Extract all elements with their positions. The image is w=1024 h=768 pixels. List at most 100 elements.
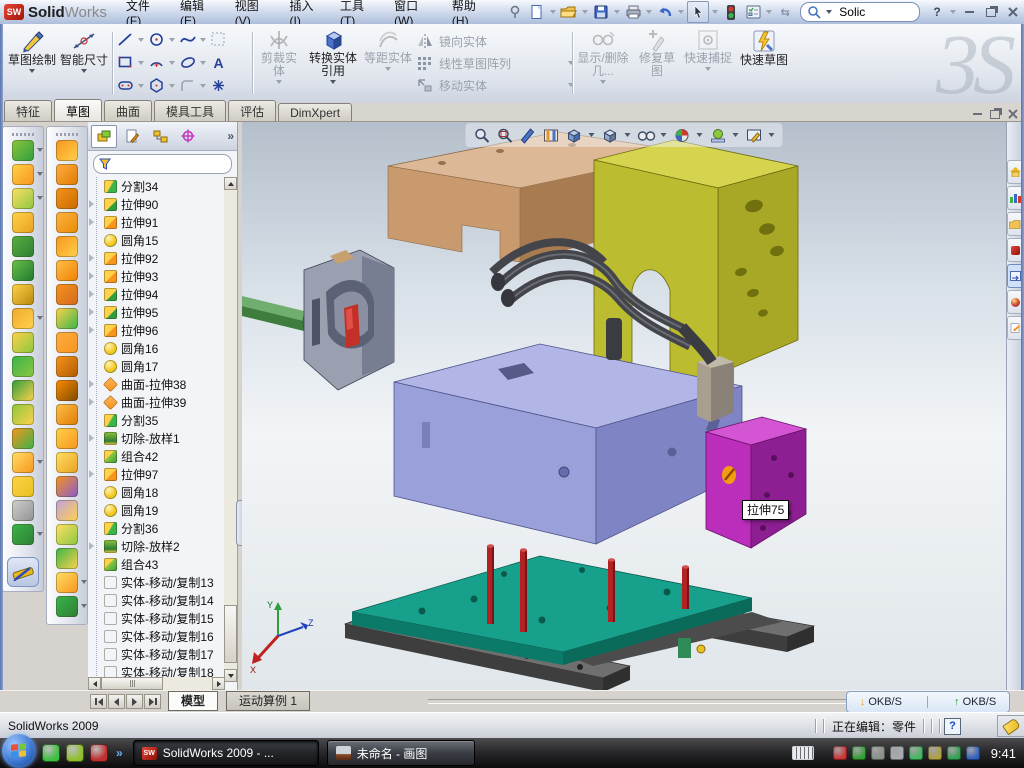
taskbar-button-paint[interactable]: 未命名 - 画图 bbox=[327, 740, 475, 766]
file-explorer-tab[interactable] bbox=[1007, 212, 1022, 236]
scroll-left-button[interactable] bbox=[88, 677, 101, 690]
part-green-block[interactable] bbox=[678, 638, 691, 658]
split-icon[interactable] bbox=[12, 380, 34, 401]
update-gear-icon[interactable] bbox=[871, 746, 885, 760]
display-delete-relations-button[interactable]: 显示/删除几... bbox=[576, 28, 630, 98]
scroll-right-button[interactable] bbox=[212, 677, 225, 690]
slot-tool-icon[interactable] bbox=[116, 76, 135, 95]
solidworks-resources-tab[interactable] bbox=[1007, 238, 1022, 262]
move-entities-button[interactable]: 移动实体 bbox=[416, 74, 576, 96]
shell-icon[interactable] bbox=[12, 356, 34, 377]
section-tool-icon[interactable] bbox=[518, 125, 538, 145]
boundary-surface-icon[interactable] bbox=[56, 236, 78, 257]
model-tab[interactable]: 模型 bbox=[168, 691, 218, 711]
graphics-area[interactable]: Y Z X 拉伸75 bbox=[242, 122, 1006, 690]
reference-geometry-icon[interactable] bbox=[12, 452, 34, 473]
arc-caret[interactable] bbox=[169, 61, 175, 65]
axis-icon[interactable] bbox=[12, 500, 34, 521]
feature-tree-item[interactable]: 拉伸92 bbox=[88, 249, 224, 267]
feature-tree-item[interactable]: 圆角19 bbox=[88, 501, 224, 519]
open-menu-caret[interactable] bbox=[582, 10, 588, 14]
part-gripper-assembly[interactable] bbox=[304, 250, 394, 390]
language-keyboard-icon[interactable] bbox=[792, 746, 814, 760]
expand-arrow-icon[interactable] bbox=[89, 434, 94, 442]
select-menu-caret[interactable] bbox=[712, 10, 718, 14]
expand-arrow-icon[interactable] bbox=[89, 326, 94, 334]
draft-icon[interactable] bbox=[12, 284, 34, 305]
thicken-icon[interactable] bbox=[56, 524, 78, 545]
knit-surface-icon[interactable] bbox=[56, 500, 78, 521]
expand-arrow-icon[interactable] bbox=[89, 380, 94, 388]
tab-nav-next-button[interactable] bbox=[126, 694, 143, 709]
extend-surface-icon[interactable] bbox=[56, 428, 78, 449]
tab-nav-first-button[interactable] bbox=[90, 694, 107, 709]
new-menu-caret[interactable] bbox=[550, 10, 556, 14]
tree-vertical-scrollbar[interactable] bbox=[224, 177, 237, 682]
boundary-boss-icon[interactable] bbox=[12, 260, 34, 281]
child-close-button[interactable] bbox=[1008, 109, 1018, 119]
options-menu-caret[interactable] bbox=[766, 10, 772, 14]
scene-caret[interactable] bbox=[733, 133, 739, 137]
expand-arrow-icon[interactable] bbox=[89, 254, 94, 262]
expand-arrow-icon[interactable] bbox=[89, 200, 94, 208]
circle-tool-icon[interactable] bbox=[147, 30, 166, 49]
measure-tool-button[interactable] bbox=[7, 557, 39, 587]
network-warning-icon[interactable] bbox=[928, 746, 942, 760]
print-icon[interactable] bbox=[623, 2, 643, 22]
appearances-caret[interactable] bbox=[697, 133, 703, 137]
planar-surface-icon[interactable] bbox=[56, 284, 78, 305]
display-style-icon[interactable] bbox=[600, 125, 620, 145]
polygon-tool-icon[interactable] bbox=[147, 76, 166, 95]
status-help-icon[interactable]: ? bbox=[944, 718, 961, 735]
tree-horizontal-scrollbar[interactable] bbox=[88, 677, 225, 690]
toggle-display-icon[interactable]: ⇆ bbox=[775, 2, 795, 22]
trim-entities-button[interactable]: 剪裁实体 bbox=[256, 28, 302, 98]
messenger-icon[interactable] bbox=[42, 744, 60, 762]
extruded-surface-icon[interactable] bbox=[56, 140, 78, 161]
feature-tree-item[interactable]: 分割34 bbox=[88, 177, 224, 195]
sketch-button[interactable]: 草图绘制 bbox=[6, 28, 58, 98]
arc-tool-icon[interactable] bbox=[147, 53, 166, 72]
extrude-boss-icon[interactable] bbox=[12, 140, 34, 161]
feature-tree-item[interactable]: 拉伸97 bbox=[88, 465, 224, 483]
scroll-down-button[interactable] bbox=[224, 669, 237, 682]
ruled-surface-icon[interactable] bbox=[56, 332, 78, 353]
sketch-fillet-icon[interactable] bbox=[178, 76, 197, 95]
curve-icon[interactable] bbox=[12, 524, 34, 545]
tree-filter-box[interactable] bbox=[93, 154, 232, 174]
fillet-icon[interactable] bbox=[12, 188, 34, 209]
line-caret[interactable] bbox=[138, 38, 144, 42]
feature-tree-item[interactable]: 实体-移动/复制17 bbox=[88, 645, 224, 663]
offset-entities-button[interactable]: 等距实体 bbox=[364, 28, 412, 98]
resources-home-tab[interactable] bbox=[1007, 160, 1022, 184]
propertymanager-tab[interactable] bbox=[119, 125, 145, 148]
offset-surface-icon[interactable] bbox=[56, 308, 78, 329]
linear-sketch-pattern-button[interactable]: 线性草图阵列 bbox=[416, 52, 576, 74]
command-tab[interactable]: 模具工具 bbox=[154, 100, 226, 121]
point-tool-icon[interactable] bbox=[209, 76, 228, 95]
freeform-icon[interactable] bbox=[56, 572, 78, 593]
game-icon[interactable] bbox=[66, 744, 84, 762]
expand-arrow-icon[interactable] bbox=[89, 542, 94, 550]
rapid-sketch-button[interactable]: 快速草图 bbox=[738, 28, 790, 98]
feature-tree-item[interactable]: 实体-移动/复制15 bbox=[88, 609, 224, 627]
zoom-area-icon[interactable] bbox=[495, 125, 515, 145]
feature-tree-item[interactable]: 分割36 bbox=[88, 519, 224, 537]
appearances-scenes-tab[interactable] bbox=[1007, 290, 1022, 314]
configurationmanager-tab[interactable] bbox=[147, 125, 173, 148]
search-scope-caret[interactable] bbox=[826, 10, 832, 14]
search-input[interactable] bbox=[837, 4, 899, 20]
rebuild-traffic-light-icon[interactable] bbox=[721, 2, 741, 22]
feature-tree-item[interactable]: 圆角15 bbox=[88, 231, 224, 249]
part-side-block-highlighted[interactable] bbox=[706, 417, 806, 548]
part-cylinder-arm[interactable] bbox=[242, 296, 313, 332]
command-tab[interactable]: 曲面 bbox=[104, 100, 152, 121]
feature-tree-item[interactable]: 曲面-拉伸38 bbox=[88, 375, 224, 393]
feature-tree-item[interactable]: 拉伸95 bbox=[88, 303, 224, 321]
filled-surface-icon[interactable] bbox=[56, 260, 78, 281]
revolved-surface-icon[interactable] bbox=[56, 164, 78, 185]
hide-show-caret[interactable] bbox=[661, 133, 667, 137]
new-document-icon[interactable] bbox=[527, 2, 547, 22]
pin-icon[interactable] bbox=[505, 2, 525, 22]
view-orientation-icon[interactable] bbox=[564, 125, 584, 145]
